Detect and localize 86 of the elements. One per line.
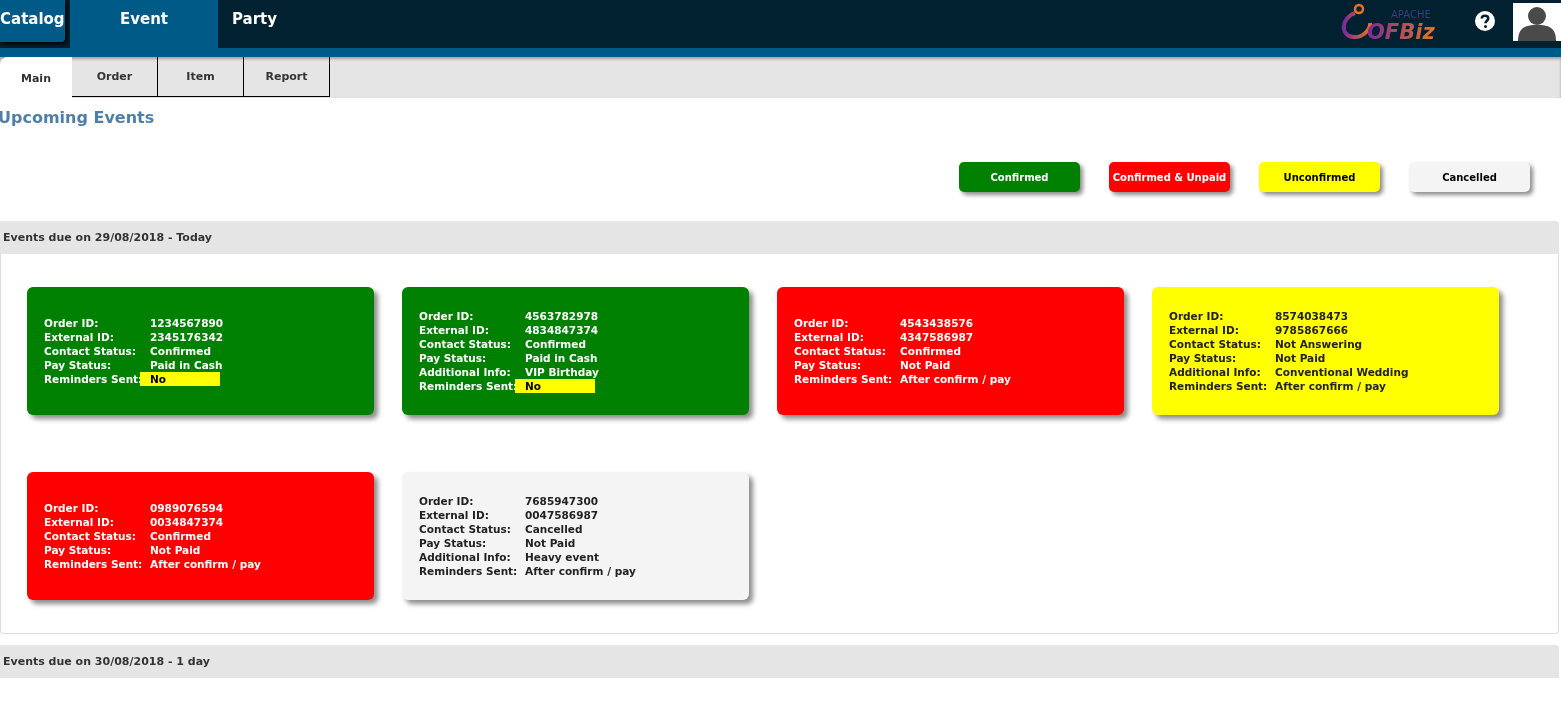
event-card[interactable]: Order ID: 8574038473 External ID: 9785867666 Contact Status: Not Answering Pay Status: Not Paid Additional Info: Conventional Wedding Reminders Sent: After confirm / pay [1152,287,1499,415]
field-value: After confirm / pay [1275,379,1386,393]
field-value: 0989076594 [150,501,224,515]
field-value: After confirm / pay [525,564,636,578]
field-label: External ID: [44,330,115,344]
field-value: 4347586987 [900,330,974,344]
section-header: Events due on 29/08/2018 - Today [0,221,1559,254]
field-label: Order ID: [44,501,100,515]
event-card[interactable]: Order ID: 1234567890 External ID: 2345176342 Contact Status: Confirmed Pay Status: Paid in Cash Reminders Sent: No [27,287,374,415]
field-label: Contact Status: [1169,337,1262,351]
field-value: No [140,372,220,386]
legend-badge: Cancelled [1409,162,1530,192]
field-value: 4543438576 [900,316,974,330]
field-value: Confirmed [900,344,961,358]
field-label: Pay Status: [44,358,113,372]
field-value: 0034847374 [150,515,224,529]
sub-tab[interactable]: Item [158,57,244,97]
field-label: Contact Status: [44,344,137,358]
field-label: Reminders Sent: [44,557,144,571]
field-label: Pay Status: [794,358,863,372]
field-label: Additional Info: [419,365,512,379]
field-label: Order ID: [44,316,100,330]
field-label: External ID: [1169,323,1240,337]
module-tab[interactable]: Catalog [0,0,65,42]
field-label: External ID: [44,515,115,529]
sub-tab[interactable]: Report [244,57,330,97]
field-label: External ID: [419,323,490,337]
field-value: 9785867666 [1275,323,1349,337]
field-label: Pay Status: [1169,351,1238,365]
field-value: Paid in Cash [525,351,598,365]
field-value: No [515,379,595,393]
field-label: Pay Status: [419,351,488,365]
module-tab[interactable]: Event [70,0,218,48]
field-label: External ID: [419,508,490,522]
field-value: 0047586987 [525,508,599,522]
field-label: Pay Status: [44,543,113,557]
field-label: Pay Status: [419,536,488,550]
field-label: Reminders Sent: [1169,379,1269,393]
field-value: Confirmed [525,337,586,351]
field-value: 8574038473 [1275,309,1349,323]
event-card[interactable]: Order ID: 7685947300 External ID: 0047586987 Contact Status: Cancelled Pay Status: Not Paid Additional Info: Heavy event Reminders Sent: After confirm / pay [402,472,749,600]
sub-tab[interactable]: Main [0,57,72,98]
legend-badge: Unconfirmed [1259,162,1380,192]
field-label: Reminders Sent: [794,372,894,386]
module-tab[interactable]: Party [218,0,292,48]
field-value: Heavy event [525,550,599,564]
field-label: Order ID: [794,316,850,330]
field-value: 2345176342 [150,330,224,344]
field-value: 4563782978 [525,309,599,323]
page-title: Upcoming Events [0,107,156,127]
sub-tab[interactable]: Order [72,57,158,97]
field-value: 7685947300 [525,494,599,508]
field-value: After confirm / pay [900,372,1011,386]
field-value: Not Paid [900,358,951,372]
field-label: Additional Info: [419,550,512,564]
event-card[interactable]: Order ID: 4563782978 External ID: 4834847374 Contact Status: Confirmed Pay Status: Paid in Cash Additional Info: VIP Birthday Reminders Sent: No [402,287,749,415]
field-value: Cancelled [525,522,583,536]
field-label: Order ID: [419,309,475,323]
field-value: Not Paid [525,536,576,550]
legend-badge: Confirmed & Unpaid [1109,162,1230,192]
event-card[interactable]: Order ID: 0989076594 External ID: 0034847374 Contact Status: Confirmed Pay Status: Not Paid Reminders Sent: After confirm / pay [27,472,374,600]
field-value: After confirm / pay [150,557,261,571]
field-label: Contact Status: [44,529,137,543]
help-icon[interactable] [1475,10,1495,31]
field-label: Additional Info: [1169,365,1262,379]
field-value: Confirmed [150,529,211,543]
field-value: Conventional Wedding [1275,365,1409,379]
field-value: Not Paid [1275,351,1326,365]
field-label: Order ID: [419,494,475,508]
field-value: Not Answering [1275,337,1363,351]
field-label: Order ID: [1169,309,1225,323]
section-header: Events due on 30/08/2018 - 1 day [0,645,1559,678]
field-value: 4834847374 [525,323,599,337]
field-value: Paid in Cash [150,358,223,372]
field-value: 1234567890 [150,316,224,330]
field-value: Confirmed [150,344,211,358]
field-value: VIP Birthday [525,365,599,379]
field-label: Reminders Sent: [419,564,519,578]
legend-badge: Confirmed [959,162,1080,192]
field-label: Contact Status: [419,522,512,536]
user-avatar[interactable] [1513,2,1561,41]
event-card[interactable]: Order ID: 4543438576 External ID: 4347586987 Contact Status: Confirmed Pay Status: Not Paid Reminders Sent: After confirm / pay [777,287,1124,415]
field-label: External ID: [794,330,865,344]
field-label: Contact Status: [794,344,887,358]
field-label: Contact Status: [419,337,512,351]
field-value: Not Paid [150,543,201,557]
